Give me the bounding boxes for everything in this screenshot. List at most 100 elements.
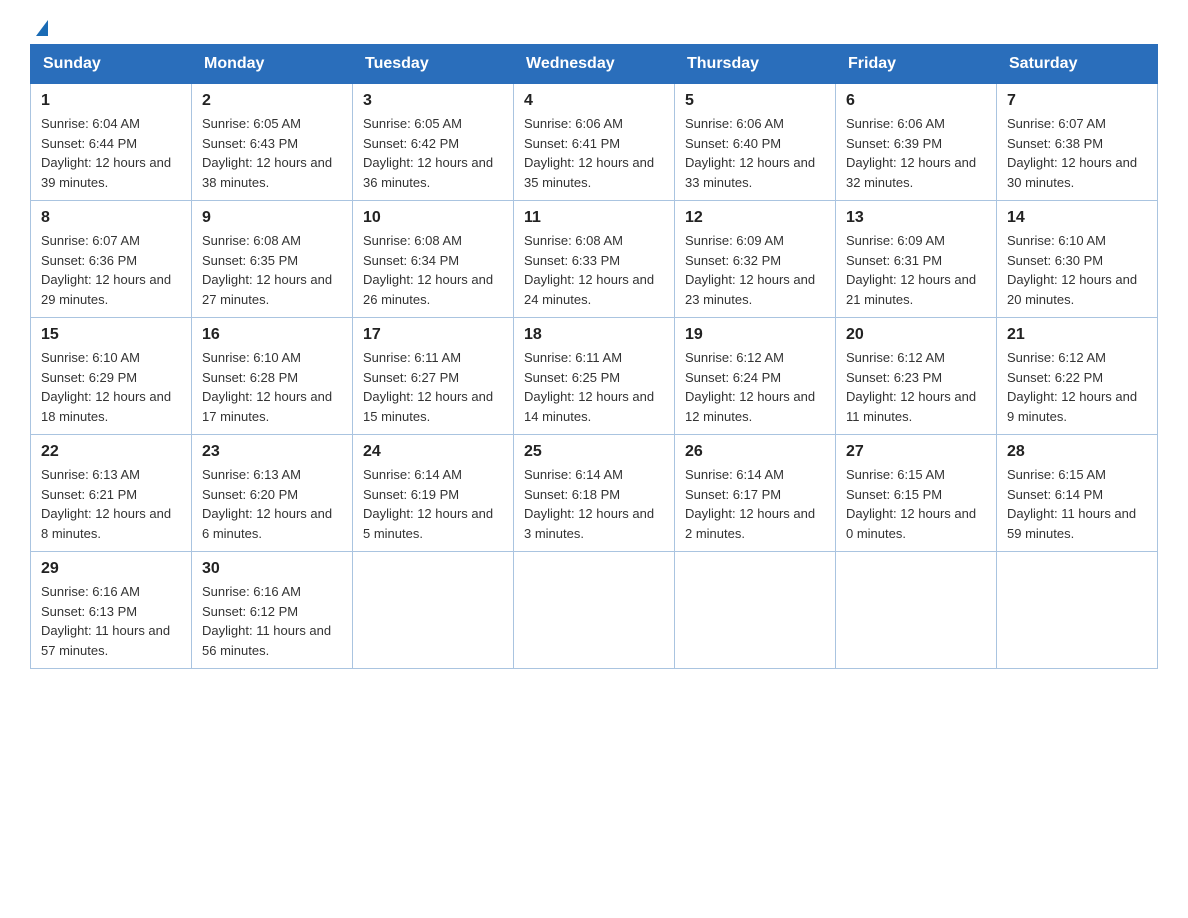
week-row-5: 29 Sunrise: 6:16 AMSunset: 6:13 PMDaylig… xyxy=(31,552,1158,669)
day-number: 30 xyxy=(202,560,342,578)
day-number: 9 xyxy=(202,209,342,227)
day-number: 25 xyxy=(524,443,664,461)
col-monday: Monday xyxy=(192,45,353,84)
calendar-cell: 23 Sunrise: 6:13 AMSunset: 6:20 PMDaylig… xyxy=(192,435,353,552)
day-info: Sunrise: 6:16 AMSunset: 6:13 PMDaylight:… xyxy=(41,584,170,658)
day-info: Sunrise: 6:14 AMSunset: 6:17 PMDaylight:… xyxy=(685,467,815,541)
day-number: 17 xyxy=(363,326,503,344)
day-info: Sunrise: 6:13 AMSunset: 6:21 PMDaylight:… xyxy=(41,467,171,541)
day-info: Sunrise: 6:09 AMSunset: 6:31 PMDaylight:… xyxy=(846,233,976,307)
week-row-4: 22 Sunrise: 6:13 AMSunset: 6:21 PMDaylig… xyxy=(31,435,1158,552)
header-row: Sunday Monday Tuesday Wednesday Thursday… xyxy=(31,45,1158,84)
calendar-cell: 5 Sunrise: 6:06 AMSunset: 6:40 PMDayligh… xyxy=(675,84,836,201)
calendar-cell: 30 Sunrise: 6:16 AMSunset: 6:12 PMDaylig… xyxy=(192,552,353,669)
calendar-cell xyxy=(997,552,1158,669)
calendar-cell: 25 Sunrise: 6:14 AMSunset: 6:18 PMDaylig… xyxy=(514,435,675,552)
calendar-cell: 29 Sunrise: 6:16 AMSunset: 6:13 PMDaylig… xyxy=(31,552,192,669)
day-info: Sunrise: 6:06 AMSunset: 6:40 PMDaylight:… xyxy=(685,116,815,190)
day-info: Sunrise: 6:05 AMSunset: 6:42 PMDaylight:… xyxy=(363,116,493,190)
day-number: 10 xyxy=(363,209,503,227)
day-number: 27 xyxy=(846,443,986,461)
calendar-cell xyxy=(353,552,514,669)
day-info: Sunrise: 6:07 AMSunset: 6:36 PMDaylight:… xyxy=(41,233,171,307)
logo-icon xyxy=(30,20,48,34)
day-number: 11 xyxy=(524,209,664,227)
day-info: Sunrise: 6:11 AMSunset: 6:25 PMDaylight:… xyxy=(524,350,654,424)
day-number: 5 xyxy=(685,92,825,110)
day-number: 12 xyxy=(685,209,825,227)
logo xyxy=(30,20,48,34)
calendar-cell: 7 Sunrise: 6:07 AMSunset: 6:38 PMDayligh… xyxy=(997,84,1158,201)
day-info: Sunrise: 6:09 AMSunset: 6:32 PMDaylight:… xyxy=(685,233,815,307)
day-number: 22 xyxy=(41,443,181,461)
day-number: 23 xyxy=(202,443,342,461)
day-info: Sunrise: 6:06 AMSunset: 6:39 PMDaylight:… xyxy=(846,116,976,190)
day-info: Sunrise: 6:08 AMSunset: 6:34 PMDaylight:… xyxy=(363,233,493,307)
day-number: 7 xyxy=(1007,92,1147,110)
calendar-cell: 13 Sunrise: 6:09 AMSunset: 6:31 PMDaylig… xyxy=(836,201,997,318)
calendar-cell: 20 Sunrise: 6:12 AMSunset: 6:23 PMDaylig… xyxy=(836,318,997,435)
calendar-cell: 15 Sunrise: 6:10 AMSunset: 6:29 PMDaylig… xyxy=(31,318,192,435)
calendar-cell: 22 Sunrise: 6:13 AMSunset: 6:21 PMDaylig… xyxy=(31,435,192,552)
day-number: 21 xyxy=(1007,326,1147,344)
day-info: Sunrise: 6:15 AMSunset: 6:15 PMDaylight:… xyxy=(846,467,976,541)
calendar-cell: 4 Sunrise: 6:06 AMSunset: 6:41 PMDayligh… xyxy=(514,84,675,201)
calendar-cell: 26 Sunrise: 6:14 AMSunset: 6:17 PMDaylig… xyxy=(675,435,836,552)
calendar-cell xyxy=(514,552,675,669)
col-thursday: Thursday xyxy=(675,45,836,84)
day-info: Sunrise: 6:13 AMSunset: 6:20 PMDaylight:… xyxy=(202,467,332,541)
calendar-cell: 1 Sunrise: 6:04 AMSunset: 6:44 PMDayligh… xyxy=(31,84,192,201)
day-info: Sunrise: 6:08 AMSunset: 6:33 PMDaylight:… xyxy=(524,233,654,307)
day-info: Sunrise: 6:08 AMSunset: 6:35 PMDaylight:… xyxy=(202,233,332,307)
calendar-cell xyxy=(675,552,836,669)
day-number: 2 xyxy=(202,92,342,110)
week-row-1: 1 Sunrise: 6:04 AMSunset: 6:44 PMDayligh… xyxy=(31,84,1158,201)
calendar-cell xyxy=(836,552,997,669)
day-info: Sunrise: 6:16 AMSunset: 6:12 PMDaylight:… xyxy=(202,584,331,658)
col-wednesday: Wednesday xyxy=(514,45,675,84)
calendar-cell: 18 Sunrise: 6:11 AMSunset: 6:25 PMDaylig… xyxy=(514,318,675,435)
day-info: Sunrise: 6:12 AMSunset: 6:24 PMDaylight:… xyxy=(685,350,815,424)
day-number: 24 xyxy=(363,443,503,461)
day-number: 3 xyxy=(363,92,503,110)
calendar-table: Sunday Monday Tuesday Wednesday Thursday… xyxy=(30,44,1158,669)
week-row-2: 8 Sunrise: 6:07 AMSunset: 6:36 PMDayligh… xyxy=(31,201,1158,318)
day-info: Sunrise: 6:12 AMSunset: 6:23 PMDaylight:… xyxy=(846,350,976,424)
day-info: Sunrise: 6:10 AMSunset: 6:28 PMDaylight:… xyxy=(202,350,332,424)
day-number: 1 xyxy=(41,92,181,110)
calendar-cell: 16 Sunrise: 6:10 AMSunset: 6:28 PMDaylig… xyxy=(192,318,353,435)
day-number: 4 xyxy=(524,92,664,110)
day-info: Sunrise: 6:12 AMSunset: 6:22 PMDaylight:… xyxy=(1007,350,1137,424)
day-number: 16 xyxy=(202,326,342,344)
calendar-cell: 14 Sunrise: 6:10 AMSunset: 6:30 PMDaylig… xyxy=(997,201,1158,318)
calendar-cell: 10 Sunrise: 6:08 AMSunset: 6:34 PMDaylig… xyxy=(353,201,514,318)
calendar-cell: 9 Sunrise: 6:08 AMSunset: 6:35 PMDayligh… xyxy=(192,201,353,318)
calendar-cell: 28 Sunrise: 6:15 AMSunset: 6:14 PMDaylig… xyxy=(997,435,1158,552)
col-tuesday: Tuesday xyxy=(353,45,514,84)
day-number: 19 xyxy=(685,326,825,344)
day-number: 14 xyxy=(1007,209,1147,227)
header xyxy=(30,20,1158,34)
day-number: 6 xyxy=(846,92,986,110)
day-info: Sunrise: 6:06 AMSunset: 6:41 PMDaylight:… xyxy=(524,116,654,190)
day-info: Sunrise: 6:15 AMSunset: 6:14 PMDaylight:… xyxy=(1007,467,1136,541)
day-info: Sunrise: 6:10 AMSunset: 6:30 PMDaylight:… xyxy=(1007,233,1137,307)
calendar-cell: 24 Sunrise: 6:14 AMSunset: 6:19 PMDaylig… xyxy=(353,435,514,552)
day-info: Sunrise: 6:14 AMSunset: 6:19 PMDaylight:… xyxy=(363,467,493,541)
day-number: 15 xyxy=(41,326,181,344)
calendar-cell: 8 Sunrise: 6:07 AMSunset: 6:36 PMDayligh… xyxy=(31,201,192,318)
calendar-cell: 2 Sunrise: 6:05 AMSunset: 6:43 PMDayligh… xyxy=(192,84,353,201)
day-info: Sunrise: 6:11 AMSunset: 6:27 PMDaylight:… xyxy=(363,350,493,424)
col-saturday: Saturday xyxy=(997,45,1158,84)
day-number: 26 xyxy=(685,443,825,461)
day-info: Sunrise: 6:10 AMSunset: 6:29 PMDaylight:… xyxy=(41,350,171,424)
calendar-cell: 19 Sunrise: 6:12 AMSunset: 6:24 PMDaylig… xyxy=(675,318,836,435)
day-info: Sunrise: 6:14 AMSunset: 6:18 PMDaylight:… xyxy=(524,467,654,541)
calendar-cell: 17 Sunrise: 6:11 AMSunset: 6:27 PMDaylig… xyxy=(353,318,514,435)
calendar-cell: 11 Sunrise: 6:08 AMSunset: 6:33 PMDaylig… xyxy=(514,201,675,318)
calendar-cell: 6 Sunrise: 6:06 AMSunset: 6:39 PMDayligh… xyxy=(836,84,997,201)
calendar-cell: 27 Sunrise: 6:15 AMSunset: 6:15 PMDaylig… xyxy=(836,435,997,552)
calendar-cell: 3 Sunrise: 6:05 AMSunset: 6:42 PMDayligh… xyxy=(353,84,514,201)
calendar-cell: 21 Sunrise: 6:12 AMSunset: 6:22 PMDaylig… xyxy=(997,318,1158,435)
day-number: 18 xyxy=(524,326,664,344)
